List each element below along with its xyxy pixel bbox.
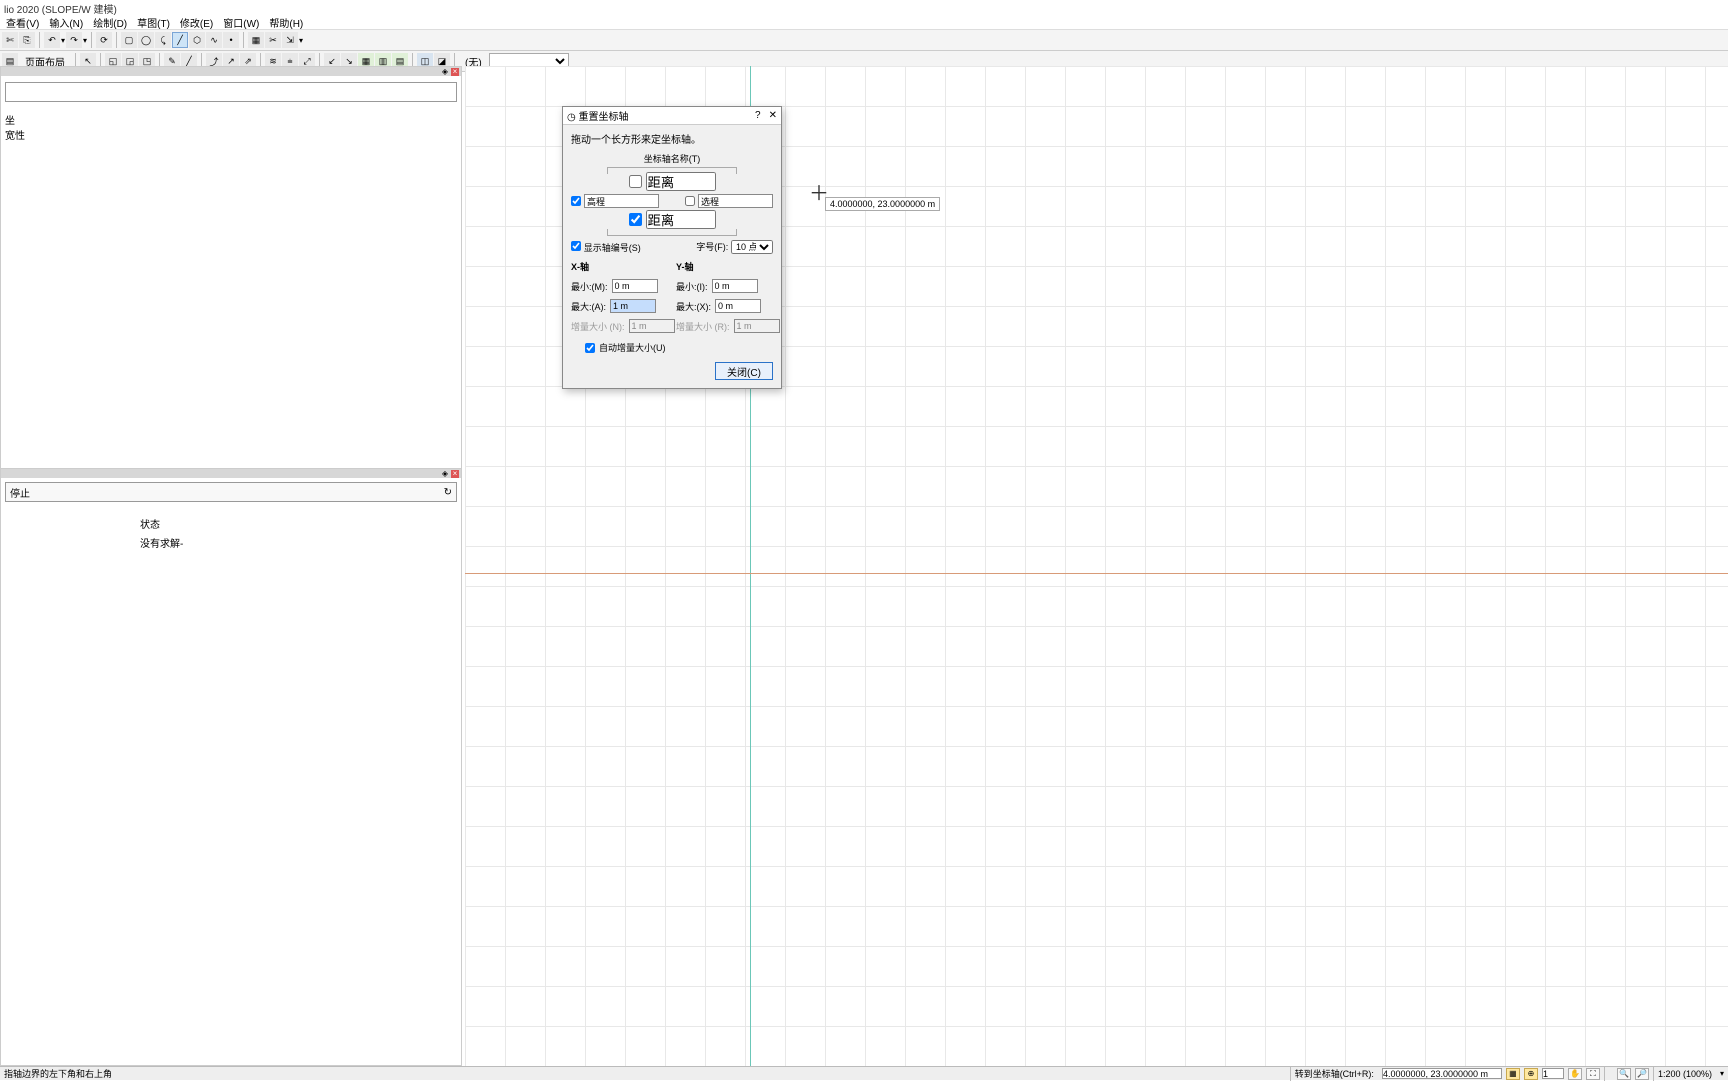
menu-bar: 查看(V) 输入(N) 绘制(D) 草图(T) 修改(E) 窗口(W) 帮助(H…: [0, 14, 1728, 30]
tool-extend-drop-icon[interactable]: ▾: [299, 36, 303, 45]
status-message: 指轴边界的左下角和右上角: [0, 1067, 1290, 1080]
menu-modify[interactable]: 修改(E): [176, 14, 217, 29]
coord-tooltip: 4.0000000, 23.0000000 m: [825, 197, 940, 211]
zoom-drop-icon[interactable]: ▾: [1720, 1069, 1724, 1078]
tool-mesh-icon[interactable]: ▦: [248, 32, 264, 48]
status-btn1-icon[interactable]: ▦: [1506, 1068, 1520, 1080]
list-input[interactable]: [5, 82, 457, 102]
axis-horizontal: [465, 573, 1728, 574]
dialog-hint: 拖动一个长方形来定坐标轴。: [571, 131, 773, 146]
status-btn2-icon[interactable]: ⊕: [1524, 1068, 1538, 1080]
reset-axes-dialog: ◷ 重置坐标轴 ? ✕ 拖动一个长方形来定坐标轴。 坐标轴名称(T): [562, 106, 782, 389]
tool-refresh-icon[interactable]: ⟳: [96, 32, 112, 48]
auto-increment-label: 自动增量大小(U): [599, 341, 666, 354]
zoom-out-icon[interactable]: 🔎: [1635, 1068, 1649, 1080]
y-inc-label: 增量大小 (R):: [676, 320, 730, 333]
window-title: lio 2020 (SLOPE/W 建模): [0, 0, 1728, 14]
tool-poly-icon[interactable]: ⬡: [189, 32, 205, 48]
tool-curve-icon[interactable]: ∿: [206, 32, 222, 48]
auto-increment-checkbox[interactable]: [585, 343, 595, 353]
close-icon[interactable]: ×: [451, 68, 459, 76]
bottom-left-panel: ◈ × 停止 ↻ 状态 没有求解-: [0, 468, 462, 1066]
y-min-label: 最小:(I):: [676, 280, 708, 293]
filter-row: 停止 ↻: [5, 482, 457, 502]
y-min-input[interactable]: [712, 279, 758, 293]
toolbar-1: ✄ ⎘ ↶ ▾ ↷ ▾ ⟳ ▢ ◯ ⤹ ╱ ⬡ ∿ • ▦ ✂ ⇲ ▾: [0, 30, 1728, 51]
status-value: 没有求解-: [140, 533, 457, 552]
top-axis-input[interactable]: [646, 172, 716, 191]
panel-text-1: 坐: [5, 112, 457, 127]
status-goto-label: 转到坐标轴(Ctrl+R):: [1290, 1067, 1378, 1081]
axis-name-label: 坐标轴名称(T): [644, 152, 701, 165]
close-icon[interactable]: ×: [451, 470, 459, 478]
y-axis-header: Y-轴: [676, 260, 694, 273]
refresh-icon[interactable]: ↻: [444, 487, 452, 498]
show-axis-number-label: 显示轴编号(S): [584, 243, 641, 253]
x-max-input[interactable]: [610, 299, 656, 313]
menu-window[interactable]: 窗口(W): [219, 14, 263, 29]
right-axis-input[interactable]: [698, 194, 773, 208]
status-coord-input[interactable]: [1382, 1068, 1502, 1079]
y-inc-input: [734, 319, 780, 333]
tool-extend-icon[interactable]: ⇲: [282, 32, 298, 48]
menu-sketch[interactable]: 草图(T): [133, 14, 174, 29]
y-max-input[interactable]: [715, 299, 761, 313]
status-label: 状态: [140, 514, 457, 533]
tool-cut-icon[interactable]: ✄: [2, 32, 18, 48]
pin-icon[interactable]: ◈: [441, 68, 449, 76]
x-min-input[interactable]: [612, 279, 658, 293]
tool-undo-icon[interactable]: ↶: [44, 32, 60, 48]
panel-text-2: 宽性: [5, 127, 457, 142]
x-max-label: 最大:(A):: [571, 300, 606, 313]
font-size-label: 字号(F):: [696, 242, 728, 252]
bottom-axis-checkbox[interactable]: [629, 213, 642, 226]
bottom-panel-header: ◈ ×: [1, 469, 461, 478]
x-inc-label: 增量大小 (N):: [571, 320, 625, 333]
menu-help[interactable]: 帮助(H): [265, 14, 307, 29]
help-icon[interactable]: ?: [755, 110, 761, 121]
tool-redo-drop-icon[interactable]: ▾: [83, 36, 87, 45]
dialog-title: ◷ 重置坐标轴: [567, 108, 629, 123]
menu-draw[interactable]: 绘制(D): [89, 14, 131, 29]
tool-redo-icon[interactable]: ↷: [66, 32, 82, 48]
tool-region-icon[interactable]: ▢: [121, 32, 137, 48]
filter-stop-label[interactable]: 停止: [10, 485, 30, 500]
status-snap-input[interactable]: [1542, 1068, 1564, 1079]
drawing-canvas[interactable]: ＋ 4.0000000, 23.0000000 m ◷ 重置坐标轴 ? ✕ 拖动…: [465, 66, 1728, 1066]
close-button[interactable]: 关闭(C): [715, 362, 773, 380]
tool-undo-drop-icon[interactable]: ▾: [61, 36, 65, 45]
show-axis-number-checkbox[interactable]: [571, 241, 581, 251]
close-icon[interactable]: ✕: [769, 110, 777, 121]
status-zoom-rect-icon[interactable]: ⛶: [1586, 1068, 1600, 1080]
menu-input[interactable]: 输入(N): [45, 14, 87, 29]
tool-circle-icon[interactable]: ◯: [138, 32, 154, 48]
left-axis-input[interactable]: [584, 194, 659, 208]
top-panel-header: ◈ ×: [1, 67, 461, 76]
pin-icon[interactable]: ◈: [441, 470, 449, 478]
top-axis-checkbox[interactable]: [629, 175, 642, 188]
zoom-in-icon[interactable]: 🔍: [1617, 1068, 1631, 1080]
left-axis-checkbox[interactable]: [571, 196, 581, 206]
bottom-axis-input[interactable]: [646, 210, 716, 229]
tool-line-icon[interactable]: ╱: [172, 32, 188, 48]
x-inc-input: [629, 319, 675, 333]
y-max-label: 最大:(X):: [676, 300, 711, 313]
tool-copy-icon[interactable]: ⎘: [19, 32, 35, 48]
tool-trim-icon[interactable]: ✂: [265, 32, 281, 48]
status-bar: 指轴边界的左下角和右上角 转到坐标轴(Ctrl+R): ▦ ⊕ ✋ ⛶ 🔍 🔎 …: [0, 1066, 1728, 1080]
tool-arc-icon[interactable]: ⤹: [155, 32, 171, 48]
x-axis-header: X-轴: [571, 260, 589, 273]
tool-point-icon[interactable]: •: [223, 32, 239, 48]
status-pan-icon[interactable]: ✋: [1568, 1068, 1582, 1080]
right-axis-checkbox[interactable]: [685, 196, 695, 206]
left-pane: ◈ × 坐 宽性 ◈ × 停止 ↻ 状态 没有求解-: [0, 66, 462, 1066]
x-min-label: 最小:(M):: [571, 280, 608, 293]
font-size-select[interactable]: 10 点: [731, 240, 773, 254]
dialog-icon: ◷: [567, 112, 576, 123]
zoom-label[interactable]: 1:200 (100%): [1653, 1067, 1716, 1081]
menu-view[interactable]: 查看(V): [2, 14, 43, 29]
top-left-panel: ◈ × 坐 宽性: [0, 66, 462, 471]
